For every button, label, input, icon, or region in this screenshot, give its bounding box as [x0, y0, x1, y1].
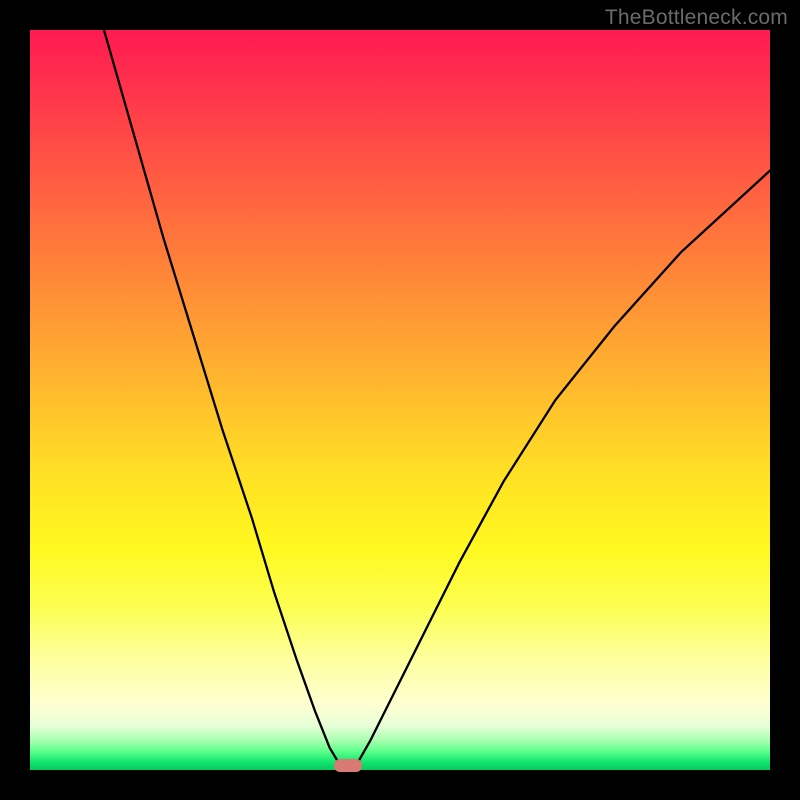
chart-plot-area	[30, 30, 770, 770]
bottleneck-curve	[30, 30, 770, 770]
curve-left-branch	[104, 30, 341, 766]
curve-right-branch	[356, 171, 770, 767]
watermark-text: TheBottleneck.com	[605, 6, 788, 30]
optimum-marker	[334, 759, 362, 772]
